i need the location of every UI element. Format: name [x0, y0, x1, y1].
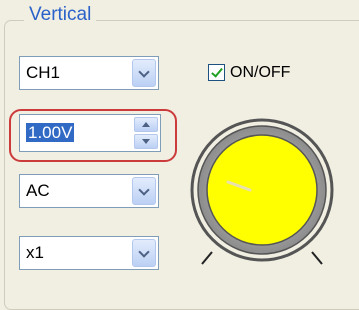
spin-down-button[interactable]: [134, 134, 158, 149]
volts-knob[interactable]: [190, 114, 340, 274]
channel-select[interactable]: CH1: [19, 56, 159, 90]
vertical-group-label: Vertical: [24, 4, 97, 26]
arrow-up-icon: [142, 122, 150, 127]
probe-select-value: x1: [26, 243, 44, 262]
checkmark-icon: [211, 65, 223, 78]
probe-select-dropdown-button[interactable]: [132, 239, 156, 267]
chevron-down-icon: [138, 184, 150, 196]
chevron-down-icon: [138, 66, 150, 78]
coupling-select[interactable]: AC: [19, 174, 159, 208]
coupling-select-dropdown-button[interactable]: [132, 177, 156, 205]
arrow-down-icon: [142, 139, 150, 144]
chevron-down-icon: [138, 246, 150, 258]
knob-max-tick: [311, 251, 323, 265]
channel-select-dropdown-button[interactable]: [132, 59, 156, 87]
onoff-label[interactable]: ON/OFF: [230, 64, 290, 82]
spin-up-button[interactable]: [134, 117, 158, 132]
coupling-select-value: AC: [26, 181, 50, 200]
volts-per-div-spinner[interactable]: 1.00V: [19, 114, 161, 152]
knob-min-tick: [201, 251, 213, 265]
channel-select-value: CH1: [26, 63, 61, 82]
volts-per-div-value[interactable]: 1.00V: [26, 123, 75, 142]
onoff-checkbox[interactable]: [208, 64, 225, 81]
knob-face[interactable]: [206, 134, 318, 246]
probe-select[interactable]: x1: [19, 236, 159, 270]
